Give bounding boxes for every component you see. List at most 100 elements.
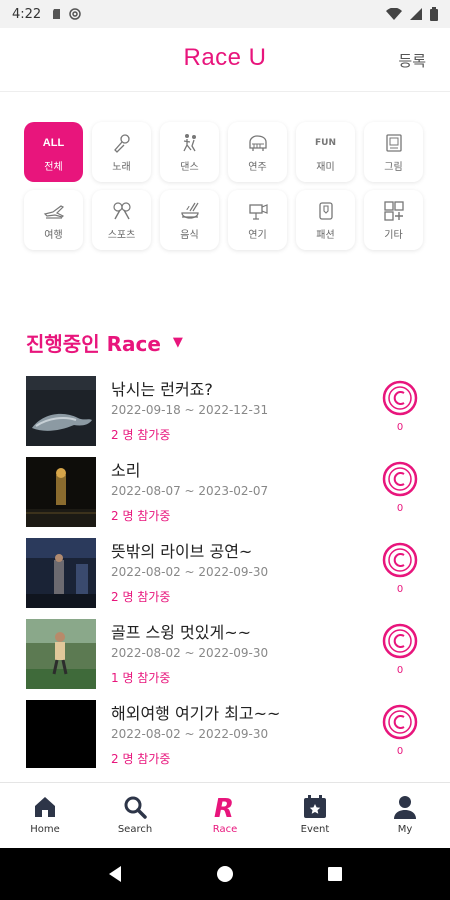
race-participant-count: 2 명 참가중 xyxy=(111,509,171,523)
category-sports[interactable]: 스포츠 xyxy=(92,190,151,250)
category-fun[interactable]: FUN 재미 xyxy=(296,122,355,182)
nav-label: Search xyxy=(117,824,153,835)
category-all[interactable]: ALL 전체 xyxy=(24,122,83,182)
race-list: 낚시는 런커죠? 2022-09-18 ~ 2022-12-31 2 명 참가중… xyxy=(0,372,450,768)
coin-icon[interactable] xyxy=(382,380,418,416)
drawing-icon xyxy=(383,132,405,154)
category-label: 연주 xyxy=(248,161,267,173)
category-travel[interactable]: 여행 xyxy=(24,190,83,250)
wifi-icon xyxy=(386,8,402,20)
nav-label: My xyxy=(397,824,413,835)
home-icon xyxy=(35,797,55,817)
race-item[interactable]: 뜻밖의 라이브 공연~ 2022-08-02 ~ 2022-09-30 2 명 … xyxy=(0,534,450,615)
category-label: 재미 xyxy=(316,161,335,173)
status-time: 4:22 xyxy=(12,6,42,22)
battery-icon xyxy=(430,7,438,21)
nav-home[interactable]: Home xyxy=(0,783,90,848)
coin-icon[interactable] xyxy=(382,461,418,497)
status-bar: 4:22 xyxy=(0,0,450,28)
category-food[interactable]: 음식 xyxy=(160,190,219,250)
race-participant-count: 1 명 참가중 xyxy=(111,671,171,685)
race-title: 낚시는 런커죠? xyxy=(111,380,213,399)
cellular-icon xyxy=(410,8,422,20)
race-participant-count: 2 명 참가중 xyxy=(111,428,171,442)
nav-race[interactable]: R Race xyxy=(180,783,270,848)
search-icon xyxy=(124,796,147,819)
coin-count: 0 xyxy=(396,746,404,757)
category-song[interactable]: 노래 xyxy=(92,122,151,182)
register-button[interactable]: 등록 xyxy=(398,50,426,71)
category-label: 노래 xyxy=(112,161,131,173)
event-calendar-icon xyxy=(304,795,326,818)
fashion-icon xyxy=(315,200,337,222)
category-drawing[interactable]: 그림 xyxy=(364,122,423,182)
coin-count: 0 xyxy=(396,503,404,514)
nav-my[interactable]: My xyxy=(360,783,450,848)
category-dance[interactable]: 댄스 xyxy=(160,122,219,182)
race-thumbnail xyxy=(26,457,96,527)
coin-icon[interactable] xyxy=(382,542,418,578)
race-title: 골프 스윙 멋있게~~ xyxy=(111,623,252,642)
app-header: Race U 등록 xyxy=(0,28,450,92)
nav-label: Home xyxy=(30,824,60,835)
nav-event[interactable]: Event xyxy=(270,783,360,848)
category-label: 그림 xyxy=(384,161,403,173)
race-title: 소리 xyxy=(111,461,141,480)
section-title-text: 진행중인 Race xyxy=(26,332,161,356)
race-r-icon: R xyxy=(214,794,234,821)
category-play[interactable]: 연주 xyxy=(228,122,287,182)
camera-icon xyxy=(247,200,269,222)
home-circle-icon[interactable] xyxy=(216,865,234,883)
microphone-icon xyxy=(111,132,133,154)
sports-icon xyxy=(111,200,133,222)
category-label: 여행 xyxy=(44,229,63,241)
back-icon[interactable] xyxy=(106,865,124,883)
etc-icon xyxy=(383,200,405,222)
coin-count: 0 xyxy=(396,665,404,676)
race-thumbnail xyxy=(26,538,96,608)
race-participant-count: 2 명 참가중 xyxy=(111,590,171,604)
coin-icon[interactable] xyxy=(382,623,418,659)
coin-count: 0 xyxy=(396,422,404,433)
fun-icon: FUN xyxy=(315,137,336,148)
app-title: Race U xyxy=(183,44,267,71)
race-thumbnail xyxy=(26,376,96,446)
category-label: 기타 xyxy=(384,229,403,241)
piano-icon xyxy=(247,132,269,154)
bottom-nav: Home Search R Race Event My xyxy=(0,782,450,848)
race-title: 해외여행 여기가 최고~~ xyxy=(111,704,281,723)
race-date: 2022-09-18 ~ 2022-12-31 xyxy=(111,403,269,417)
nav-label: Event xyxy=(300,824,330,835)
race-date: 2022-08-02 ~ 2022-09-30 xyxy=(111,646,269,660)
system-nav-bar xyxy=(0,848,450,900)
sd-card-icon xyxy=(53,9,61,19)
category-label: 댄스 xyxy=(180,161,199,173)
race-thumbnail xyxy=(26,619,96,689)
travel-icon xyxy=(43,200,65,222)
category-label: 연기 xyxy=(248,229,267,241)
svg-text:R: R xyxy=(214,794,234,821)
category-acting[interactable]: 연기 xyxy=(228,190,287,250)
nav-label: Race xyxy=(212,824,238,835)
nav-search[interactable]: Search xyxy=(90,783,180,848)
dropdown-arrow-icon[interactable]: ▼ xyxy=(173,335,183,350)
race-date: 2022-08-02 ~ 2022-09-30 xyxy=(111,727,269,741)
race-item[interactable]: 해외여행 여기가 최고~~ 2022-08-02 ~ 2022-09-30 2 … xyxy=(0,696,450,768)
category-label: 전체 xyxy=(44,161,63,173)
category-etc[interactable]: 기타 xyxy=(364,190,423,250)
race-item[interactable]: 소리 2022-08-07 ~ 2023-02-07 2 명 참가중 0 xyxy=(0,453,450,534)
category-grid: ALL 전체 노래 댄스 연주 FUN 재미 그림 여행 스포츠 음식 연기 패… xyxy=(24,122,428,250)
race-item[interactable]: 골프 스윙 멋있게~~ 2022-08-02 ~ 2022-09-30 1 명 … xyxy=(0,615,450,696)
food-icon xyxy=(179,200,201,222)
section-title[interactable]: 진행중인 Race ▼ xyxy=(26,328,183,357)
coin-icon[interactable] xyxy=(382,704,418,740)
race-item[interactable]: 낚시는 런커죠? 2022-09-18 ~ 2022-12-31 2 명 참가중… xyxy=(0,372,450,453)
coin-count: 0 xyxy=(396,584,404,595)
person-icon xyxy=(394,796,416,819)
category-fashion[interactable]: 패션 xyxy=(296,190,355,250)
recents-icon[interactable] xyxy=(326,865,344,883)
race-participant-count: 2 명 참가중 xyxy=(111,752,171,766)
race-thumbnail xyxy=(26,700,96,768)
at-sign-icon xyxy=(69,8,81,20)
race-title: 뜻밖의 라이브 공연~ xyxy=(111,542,253,561)
